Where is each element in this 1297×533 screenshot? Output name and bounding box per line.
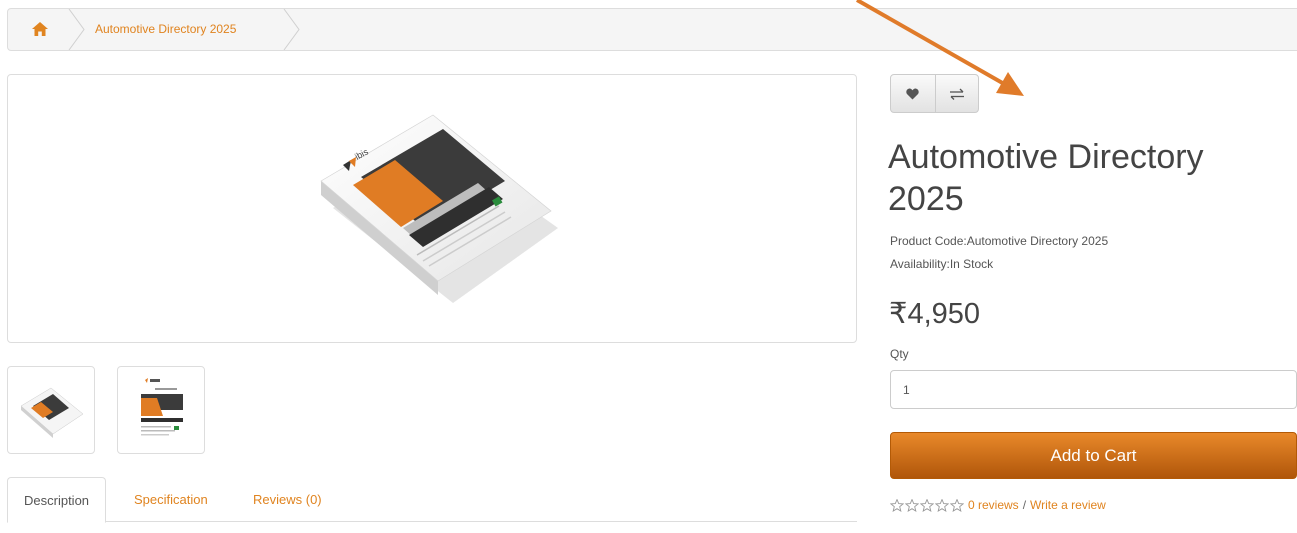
product-book-image: ibis <box>320 114 558 303</box>
write-review-link[interactable]: Write a review <box>1030 498 1106 512</box>
product-availability: Availability:In Stock <box>890 257 993 271</box>
tab-specification[interactable]: Specification <box>118 477 224 522</box>
product-title: Automotive Directory 2025 <box>888 138 1204 218</box>
star-empty-icon <box>905 498 919 512</box>
product-rating: 0 reviews / Write a review <box>890 498 1106 512</box>
reviews-count-link[interactable]: 0 reviews <box>968 498 1019 512</box>
breadcrumb-home[interactable] <box>8 9 70 50</box>
breadcrumb-item[interactable]: Automotive Directory 2025 <box>95 22 236 36</box>
exchange-icon <box>949 88 964 100</box>
product-thumbnail[interactable] <box>7 366 95 454</box>
availability-value: In Stock <box>949 257 994 271</box>
product-price: ₹4,950 <box>889 298 981 330</box>
heart-icon <box>906 88 919 99</box>
star-empty-icon <box>950 498 964 512</box>
star-empty-icon <box>890 498 904 512</box>
thumbnail-book-image <box>20 387 84 438</box>
star-empty-icon <box>935 498 949 512</box>
qty-label: Qty <box>890 347 909 361</box>
product-code-value: Automotive Directory 2025 <box>966 234 1109 248</box>
home-icon <box>32 22 48 36</box>
availability-label: Availability: <box>890 257 950 271</box>
product-tabs: Description Specification Reviews (0) <box>7 477 857 523</box>
thumbnail-cover-image <box>139 378 185 444</box>
breadcrumb-separator <box>68 9 85 50</box>
quantity-input[interactable] <box>890 370 1297 409</box>
breadcrumb: Automotive Directory 2025 <box>7 8 1297 51</box>
product-main-image[interactable]: ibis <box>7 74 857 343</box>
add-to-cart-button[interactable]: Add to Cart <box>890 432 1297 479</box>
breadcrumb-separator <box>283 9 300 50</box>
product-code-label: Product Code: <box>890 234 967 248</box>
product-code: Product Code:Automotive Directory 2025 <box>890 234 1108 248</box>
rating-stars <box>890 498 964 512</box>
rating-separator: / <box>1022 498 1027 512</box>
add-to-wishlist-button[interactable] <box>891 75 935 112</box>
product-action-buttons <box>890 74 979 113</box>
product-thumbnail[interactable] <box>117 366 205 454</box>
tab-reviews[interactable]: Reviews (0) <box>237 477 338 522</box>
star-empty-icon <box>920 498 934 512</box>
tab-description[interactable]: Description <box>7 477 107 523</box>
compare-button[interactable] <box>934 75 979 112</box>
